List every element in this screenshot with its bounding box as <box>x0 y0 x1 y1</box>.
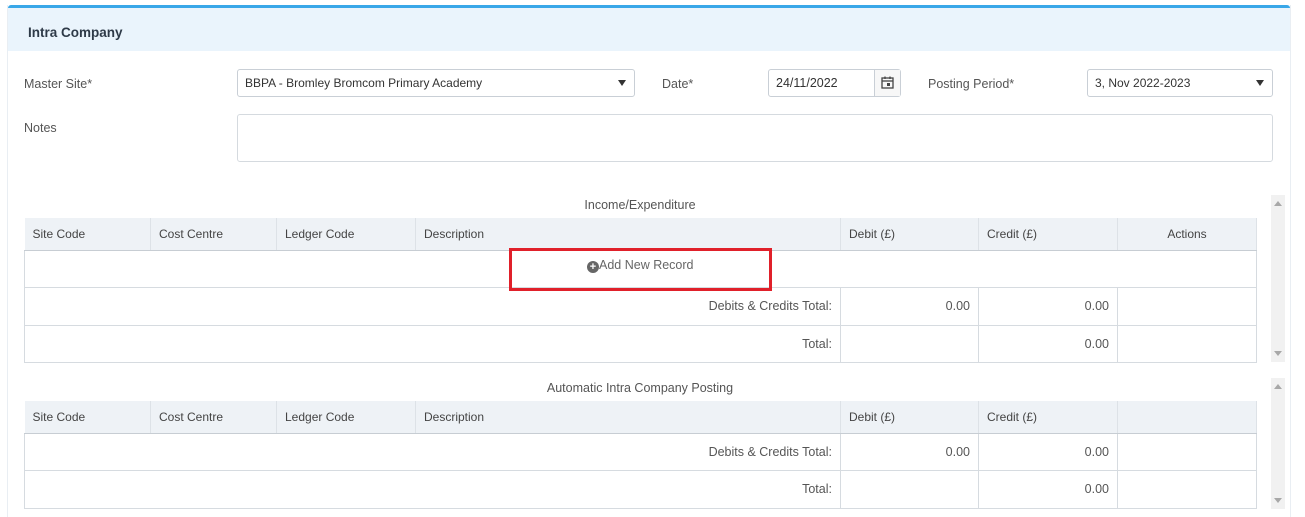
total-label: Total: <box>24 469 841 509</box>
subtotal-label: Debits & Credits Total: <box>24 432 841 471</box>
column-header-cost-centre[interactable]: Cost Centre <box>150 401 277 434</box>
total-debit-cell <box>840 324 979 363</box>
subtotal-row: Debits & Credits Total: 0.00 0.00 <box>24 432 1257 471</box>
automatic-posting-title: Automatic Intra Company Posting <box>546 381 734 395</box>
total-label: Total: <box>24 324 841 363</box>
automatic-posting-scrollbar[interactable] <box>1271 378 1285 509</box>
column-header-ledger-code[interactable]: Ledger Code <box>276 401 416 434</box>
subtotal-debit: 0.00 <box>840 432 979 471</box>
subtotal-actions-cell <box>1117 286 1257 326</box>
income-scrollbar[interactable] <box>1271 195 1285 362</box>
total-row: Total: 0.00 <box>24 469 1257 509</box>
scroll-up-icon[interactable] <box>1274 384 1282 389</box>
date-field[interactable]: 24/11/2022 <box>768 69 901 97</box>
total-row: Total: 0.00 <box>24 324 1257 363</box>
notes-textarea[interactable] <box>237 114 1273 162</box>
total-actions-cell <box>1117 324 1257 363</box>
highlight-box <box>509 248 772 291</box>
notes-label: Notes <box>24 121 57 135</box>
column-header-description[interactable]: Description <box>415 218 841 251</box>
column-header-credit[interactable]: Credit (£) <box>978 401 1118 434</box>
subtotal-extra-cell <box>1117 432 1257 471</box>
scroll-up-icon[interactable] <box>1274 201 1282 206</box>
posting-period-value: 3, Nov 2022-2023 <box>1095 76 1191 90</box>
calendar-button[interactable] <box>874 70 900 96</box>
scroll-down-icon[interactable] <box>1274 351 1282 356</box>
subtotal-row: Debits & Credits Total: 0.00 0.00 <box>24 286 1257 326</box>
master-site-label: Master Site* <box>24 77 93 91</box>
panel-header: Intra Company <box>8 8 1290 51</box>
chevron-down-icon <box>1256 80 1264 86</box>
scroll-down-icon[interactable] <box>1274 498 1282 503</box>
date-value: 24/11/2022 <box>776 76 838 90</box>
total-value: 0.00 <box>978 324 1118 363</box>
subtotal-debit: 0.00 <box>840 286 979 326</box>
table-header-row: Site Code Cost Centre Ledger Code Descri… <box>24 218 1257 251</box>
posting-period-label: Posting Period* <box>928 77 1015 91</box>
column-header-site-code[interactable]: Site Code <box>24 218 151 251</box>
column-header-cost-centre[interactable]: Cost Centre <box>150 218 277 251</box>
column-header-credit[interactable]: Credit (£) <box>978 218 1118 251</box>
total-debit-cell <box>840 469 979 509</box>
column-header-ledger-code[interactable]: Ledger Code <box>276 218 416 251</box>
column-header-site-code[interactable]: Site Code <box>24 401 151 434</box>
total-value: 0.00 <box>978 469 1118 509</box>
subtotal-credit: 0.00 <box>978 286 1118 326</box>
subtotal-label: Debits & Credits Total: <box>24 286 841 326</box>
column-header-debit[interactable]: Debit (£) <box>840 401 979 434</box>
column-header-actions: Actions <box>1117 218 1257 251</box>
total-extra-cell <box>1117 469 1257 509</box>
date-label: Date* <box>662 77 694 91</box>
subtotal-credit: 0.00 <box>978 432 1118 471</box>
master-site-value: BBPA - Bromley Bromcom Primary Academy <box>245 76 483 90</box>
calendar-icon <box>881 76 894 89</box>
automatic-posting-table: Site Code Cost Centre Ledger Code Descri… <box>24 401 1257 509</box>
posting-period-select[interactable]: 3, Nov 2022-2023 <box>1087 69 1273 97</box>
income-expenditure-title: Income/Expenditure <box>584 198 696 212</box>
column-header-description[interactable]: Description <box>415 401 841 434</box>
master-site-select[interactable]: BBPA - Bromley Bromcom Primary Academy <box>237 69 635 97</box>
panel-title: Intra Company <box>28 25 123 40</box>
column-header-debit[interactable]: Debit (£) <box>840 218 979 251</box>
table-header-row: Site Code Cost Centre Ledger Code Descri… <box>24 401 1257 434</box>
chevron-down-icon <box>618 80 626 86</box>
column-header-empty <box>1117 401 1257 434</box>
